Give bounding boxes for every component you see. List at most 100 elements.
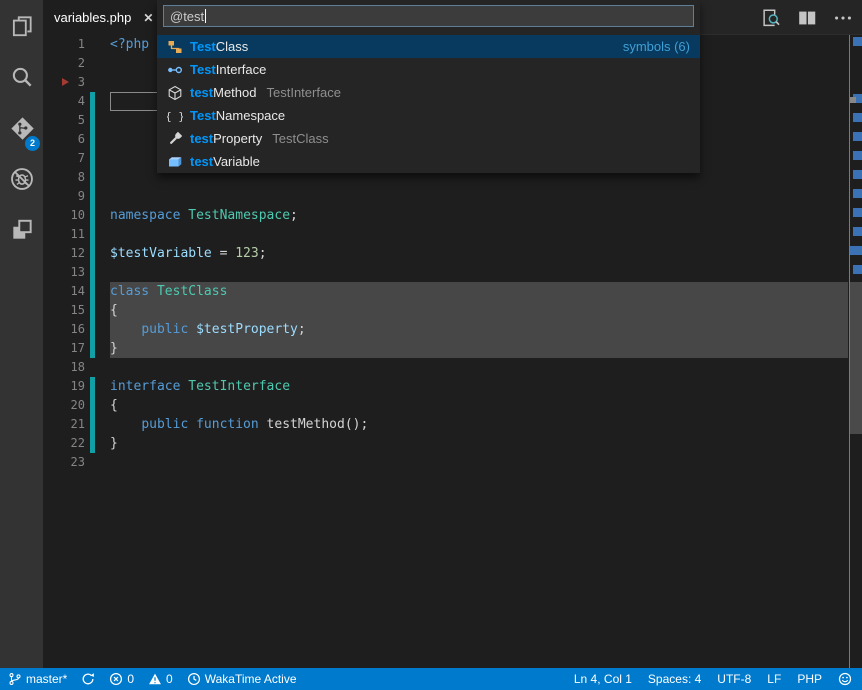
close-icon[interactable]: ✕	[143, 11, 153, 25]
split-editor-button[interactable]	[794, 5, 820, 31]
code-line[interactable]: $testVariable = 123;	[110, 244, 267, 263]
git-modified-indicator[interactable]	[90, 92, 95, 358]
status-php[interactable]: PHP	[797, 672, 822, 686]
ruler-cursor-marker	[850, 97, 856, 103]
quick-open-item-testmethod[interactable]: testMethod TestInterface	[157, 81, 700, 104]
status-git-branch[interactable]: master*	[8, 672, 67, 686]
symbol-label: TestNamespace	[190, 108, 285, 123]
code-line[interactable]: public $testProperty;	[110, 320, 306, 339]
quick-open-item-testinterface[interactable]: TestInterface	[157, 58, 700, 81]
status-label: 0	[127, 672, 134, 686]
code-line[interactable]: class TestClass	[110, 282, 227, 301]
open-preview-button[interactable]	[758, 5, 784, 31]
symbol-label-match: Test	[190, 39, 216, 54]
sync-icon	[81, 672, 95, 686]
quick-open-list: TestClasssymbols (6)TestInterfacetestMet…	[157, 30, 700, 173]
search-icon	[9, 64, 35, 90]
code-token	[110, 322, 141, 337]
activity-files[interactable]	[0, 0, 43, 51]
ruler-marker	[853, 170, 862, 179]
code-line[interactable]: {	[110, 396, 118, 415]
line-number: 9	[43, 187, 85, 206]
status-sync[interactable]	[81, 672, 95, 686]
ruler-marker	[853, 189, 862, 198]
ruler-marker	[853, 37, 862, 46]
more-actions-button[interactable]	[830, 5, 856, 31]
symbol-label-rest: Namespace	[216, 108, 285, 123]
git-branch-icon	[8, 672, 22, 686]
status-error[interactable]: 0	[109, 672, 134, 686]
open-preview-icon	[760, 7, 782, 29]
activity-source-control[interactable]: 2	[0, 102, 43, 153]
code-line[interactable]: interface TestInterface	[110, 377, 290, 396]
debug-icon	[9, 166, 35, 192]
line-number: 3	[43, 73, 85, 92]
code-token: interface	[110, 379, 188, 394]
overview-ruler[interactable]	[849, 35, 862, 668]
code-line[interactable]: <?php	[110, 35, 149, 54]
symbol-label-match: Test	[190, 108, 216, 123]
activity-debug[interactable]	[0, 153, 43, 204]
code-line[interactable]: {	[110, 301, 118, 320]
symbol-label-match: test	[190, 154, 213, 169]
status-label: LF	[767, 672, 781, 686]
code-token: ;	[259, 246, 267, 261]
status-ln-4-col-1[interactable]: Ln 4, Col 1	[574, 672, 632, 686]
line-number: 18	[43, 358, 85, 377]
symbol-label-rest: Property	[213, 131, 262, 146]
code-token: public function	[141, 417, 266, 432]
ruler-marker	[853, 132, 862, 141]
line-number: 5	[43, 111, 85, 130]
method-icon	[167, 85, 183, 101]
status-label: 0	[166, 672, 173, 686]
symbol-label-rest: Variable	[213, 154, 260, 169]
status-lf[interactable]: LF	[767, 672, 781, 686]
symbol-label-match: Test	[190, 62, 216, 77]
symbol-detail: TestInterface	[267, 85, 341, 100]
symbol-label: TestClass	[190, 39, 248, 54]
activity-extensions[interactable]	[0, 204, 43, 255]
code-line[interactable]: }	[110, 339, 118, 358]
scm-badge: 2	[25, 136, 40, 151]
line-number: 2	[43, 54, 85, 73]
status-clock[interactable]: WakaTime Active	[187, 672, 297, 686]
quick-open-input[interactable]: @test	[163, 5, 694, 27]
quick-open-item-testvariable[interactable]: testVariable	[157, 150, 700, 173]
status-label: PHP	[797, 672, 822, 686]
error-icon	[109, 672, 123, 686]
status-label: WakaTime Active	[205, 672, 297, 686]
smiley-icon	[838, 672, 852, 686]
quick-open-item-testclass[interactable]: TestClasssymbols (6)	[157, 35, 700, 58]
ruler-marker	[853, 208, 862, 217]
code-line[interactable]: }	[110, 434, 118, 453]
ruler-marker	[853, 151, 862, 160]
line-number: 16	[43, 320, 85, 339]
status-smiley[interactable]	[838, 672, 852, 686]
code-line[interactable]: namespace TestNamespace;	[110, 206, 298, 225]
tab-variables-php[interactable]: variables.php ✕	[43, 0, 164, 35]
quick-open-item-testproperty[interactable]: testPropertyTestClass	[157, 127, 700, 150]
line-number: 7	[43, 149, 85, 168]
ruler-marker-wide	[850, 246, 862, 255]
status-warning[interactable]: 0	[148, 672, 173, 686]
git-modified-indicator[interactable]	[90, 377, 95, 453]
split-editor-icon	[796, 7, 818, 29]
line-number: 10	[43, 206, 85, 225]
line-number: 12	[43, 244, 85, 263]
status-utf-8[interactable]: UTF-8	[717, 672, 751, 686]
status-bar-right: Ln 4, Col 1 Spaces: 4 UTF-8 LF PHP	[574, 672, 862, 686]
quick-open-widget: @test TestClasssymbols (6)TestInterfacet…	[157, 0, 700, 173]
line-number: 14	[43, 282, 85, 301]
symbol-detail: TestClass	[272, 131, 328, 146]
quick-open-item-testnamespace[interactable]: TestNamespace	[157, 104, 700, 127]
code-token: ();	[345, 417, 368, 432]
symbol-label: testMethod	[190, 85, 257, 100]
line-number: 15	[43, 301, 85, 320]
code-token: <?php	[110, 37, 149, 52]
status-spaces-4[interactable]: Spaces: 4	[648, 672, 701, 686]
code-line[interactable]: public function testMethod();	[110, 415, 368, 434]
line-number: 11	[43, 225, 85, 244]
activity-search[interactable]	[0, 51, 43, 102]
code-token: 123	[235, 246, 258, 261]
clock-icon	[187, 672, 201, 686]
